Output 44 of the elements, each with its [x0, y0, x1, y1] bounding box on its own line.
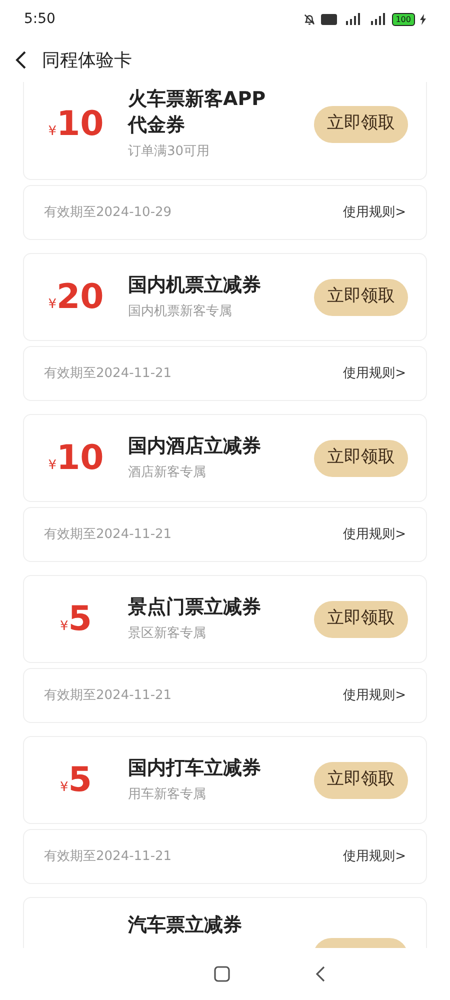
- claim-button[interactable]: 立即领取: [314, 440, 408, 476]
- home-icon[interactable]: [214, 966, 230, 982]
- validity-date: 有效期至2024-10-29: [44, 204, 172, 222]
- rules-link[interactable]: 使用规则>: [343, 846, 406, 866]
- rules-link[interactable]: 使用规则>: [343, 686, 406, 706]
- coupon-condition: 景区新客专属: [128, 625, 207, 644]
- coupon-title: 景点门票立减券: [128, 595, 262, 620]
- coupon-amount: 5: [68, 602, 92, 636]
- claim-button[interactable]: 立即领取: [314, 762, 408, 798]
- claim-button[interactable]: 立即领取: [314, 278, 408, 316]
- currency-symbol: ¥: [48, 296, 56, 314]
- coupon-title: 国内酒店立减券: [128, 434, 262, 460]
- coupon-amount: 20: [56, 280, 104, 314]
- coupon-condition: 用车新客专属: [128, 786, 207, 804]
- page-title: 同程体验卡: [42, 48, 132, 72]
- battery-level: 100: [392, 12, 415, 26]
- coupon-title: 火车票新客APP代金券: [128, 87, 267, 138]
- coupon-amount: 5: [68, 762, 92, 797]
- coupon-title: 国内机票立减券: [128, 273, 262, 298]
- status-time: 5:50: [24, 10, 56, 28]
- back-icon[interactable]: [14, 50, 28, 70]
- rules-link[interactable]: 使用规则>: [343, 202, 406, 222]
- currency-symbol: ¥: [60, 778, 68, 797]
- currency-symbol: ¥: [48, 456, 56, 475]
- charging-icon: [420, 14, 426, 24]
- back-icon[interactable]: [314, 965, 326, 983]
- coupon-title: 国内打车立减券: [128, 756, 262, 782]
- validity-date: 有效期至2024-11-21: [44, 526, 172, 544]
- bell-off-icon: [302, 12, 316, 26]
- coupon-amount: 10: [56, 440, 104, 475]
- coupon-condition: 国内机票新客专属: [128, 303, 233, 322]
- coupon-condition: 订单满30可用: [128, 143, 211, 162]
- rules-link[interactable]: 使用规则>: [343, 524, 406, 544]
- validity-date: 有效期至2024-11-21: [44, 848, 172, 866]
- coupon-title: 汽车票立减券: [128, 913, 243, 938]
- rules-link[interactable]: 使用规则>: [343, 364, 406, 384]
- currency-symbol: ¥: [60, 618, 68, 636]
- validity-date: 有效期至2024-11-21: [44, 364, 172, 383]
- validity-date: 有效期至2024-11-21: [44, 686, 172, 705]
- currency-symbol: ¥: [48, 122, 56, 141]
- coupon-amount: 10: [56, 106, 104, 141]
- coupon-condition: 酒店新客专属: [128, 464, 207, 482]
- claim-button[interactable]: 立即领取: [314, 106, 408, 142]
- claim-button[interactable]: 立即领取: [314, 600, 408, 638]
